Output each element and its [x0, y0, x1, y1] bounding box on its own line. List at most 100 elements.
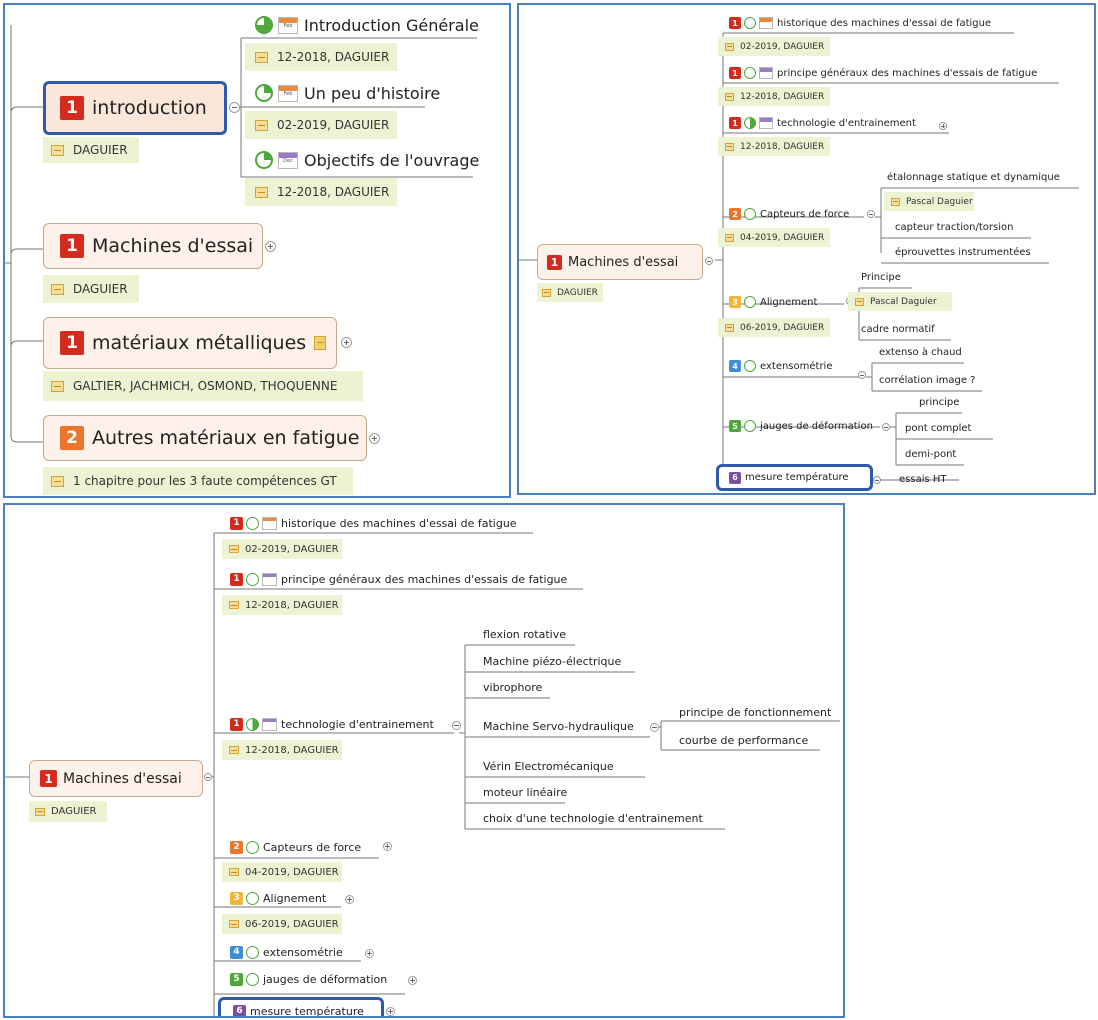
expand-toggle[interactable]: [408, 976, 417, 985]
priority-1-icon: 1: [729, 17, 741, 29]
leaf-correlation-image[interactable]: corrélation image ?: [879, 371, 975, 389]
note-label[interactable]: DAGUIER: [29, 801, 107, 822]
note-label[interactable]: GALTIER, JACHMICH, OSMOND, THOQUENNE: [43, 371, 363, 401]
expand-toggle[interactable]: [386, 1007, 395, 1016]
leaf-principe[interactable]: Principe: [861, 268, 901, 286]
note-label[interactable]: 12-2018, DAGUIER: [245, 43, 397, 71]
leaf-essais-ht[interactable]: essais HT: [899, 470, 947, 488]
subtopic-alignement[interactable]: 3 Alignement: [729, 293, 817, 311]
subtopic-un-peu-d-histoire[interactable]: Feb Un peu d'histoire: [255, 81, 440, 105]
calendar-icon: Dec: [278, 151, 298, 169]
leaf-machine-piezo[interactable]: Machine piézo-électrique: [483, 652, 621, 670]
calendar-icon: [262, 717, 277, 731]
expand-toggle[interactable]: [383, 842, 392, 851]
note-label[interactable]: 04-2019, DAGUIER: [718, 228, 830, 247]
expand-toggle[interactable]: [369, 433, 380, 444]
topic-label: introduction: [92, 97, 207, 119]
subtopic-historique[interactable]: 1 historique des machines d'essai de fat…: [729, 14, 991, 32]
expand-toggle[interactable]: [341, 337, 352, 348]
note-label[interactable]: 02-2019, DAGUIER: [718, 37, 830, 56]
subtopic-jauges-de-deformation[interactable]: 5 jauges de déformation: [729, 417, 873, 435]
collapse-toggle[interactable]: [650, 723, 659, 732]
collapse-toggle[interactable]: [882, 423, 890, 431]
collapse-toggle[interactable]: [858, 371, 866, 379]
note-label[interactable]: 12-2018, DAGUIER: [718, 87, 830, 106]
leaf-courbe-de-performance[interactable]: courbe de performance: [679, 731, 808, 749]
subtopic-mesure-temperature[interactable]: 6 mesure température: [218, 997, 384, 1016]
task-start-icon: [246, 572, 259, 586]
note-label[interactable]: 06-2019, DAGUIER: [222, 914, 342, 934]
note-label[interactable]: 04-2019, DAGUIER: [222, 862, 342, 882]
subtopic-introduction-generale[interactable]: Feb Introduction Générale: [255, 13, 479, 37]
note-label[interactable]: 1 chapitre pour les 3 faute compétences …: [43, 467, 353, 495]
priority-1-icon: 1: [230, 516, 243, 530]
leaf-vibrophore[interactable]: vibrophore: [483, 678, 542, 696]
collapse-toggle[interactable]: [204, 773, 212, 781]
note-icon: [314, 336, 327, 350]
note-icon: [255, 119, 268, 131]
note-icon: [51, 144, 64, 156]
expand-toggle[interactable]: [939, 122, 947, 130]
priority-1-icon: 1: [60, 331, 84, 355]
collapse-toggle[interactable]: [229, 102, 240, 113]
task-start-icon: [744, 420, 756, 432]
leaf-choix-technologie[interactable]: choix d'une technologie d'entrainement: [483, 809, 703, 827]
leaf-eprouvettes[interactable]: éprouvettes instrumentées: [895, 243, 1031, 261]
leaf-verin-electromecanique[interactable]: Vérin Electromécanique: [483, 757, 614, 775]
topic-introduction[interactable]: 1 introduction: [43, 81, 227, 135]
task-start-icon: [246, 840, 259, 854]
topic-autres-materiaux-en-fatigue[interactable]: 2 Autres matériaux en fatigue: [43, 415, 367, 461]
note-label[interactable]: 02-2019, DAGUIER: [222, 539, 342, 559]
priority-2-icon: 2: [60, 426, 84, 450]
topic-machines-d-essai[interactable]: 1 Machines d'essai: [43, 223, 263, 269]
subtopic-technologie-d-entrainement[interactable]: 1 technologie d'entrainement: [729, 114, 916, 132]
expand-toggle[interactable]: [265, 241, 276, 252]
expand-toggle[interactable]: [365, 949, 374, 958]
subtopic-capteurs-de-force[interactable]: 2 Capteurs de force: [230, 838, 361, 856]
leaf-flexion-rotative[interactable]: flexion rotative: [483, 625, 566, 643]
note-label[interactable]: Pascal Daguier: [848, 292, 952, 311]
subtopic-extensometrie[interactable]: 4 extensométrie: [729, 357, 833, 375]
note-label[interactable]: 12-2018, DAGUIER: [245, 178, 397, 206]
collapse-toggle[interactable]: [452, 721, 461, 730]
topic-materiaux-metalliques[interactable]: 1 matériaux métalliques: [43, 317, 337, 369]
topic-machines-d-essai[interactable]: 1 Machines d'essai: [537, 244, 703, 280]
leaf-demi-pont[interactable]: demi-pont: [905, 445, 956, 463]
subtopic-jauges-de-deformation[interactable]: 5 jauges de déformation: [230, 970, 387, 988]
note-label[interactable]: 12-2018, DAGUIER: [222, 740, 342, 760]
leaf-capteur-traction[interactable]: capteur traction/torsion: [895, 218, 1013, 236]
leaf-principe-de-fonctionnement[interactable]: principe de fonctionnement: [679, 703, 831, 721]
subtopic-mesure-temperature[interactable]: 6 mesure température: [716, 464, 873, 491]
subtopic-alignement[interactable]: 3 Alignement: [230, 889, 326, 907]
leaf-pont-complet[interactable]: pont complet: [905, 419, 971, 437]
leaf-extenso-a-chaud[interactable]: extenso à chaud: [879, 343, 962, 361]
priority-5-icon: 5: [729, 420, 741, 432]
note-label[interactable]: DAGUIER: [43, 275, 139, 303]
subtopic-objectifs-de-l-ouvrage[interactable]: Dec Objectifs de l'ouvrage: [255, 148, 479, 172]
note-label[interactable]: DAGUIER: [537, 283, 603, 302]
note-label[interactable]: DAGUIER: [43, 137, 139, 163]
subtopic-technologie-d-entrainement[interactable]: 1 technologie d'entrainement: [230, 715, 434, 733]
collapse-toggle[interactable]: [873, 476, 881, 484]
leaf-etalonnage[interactable]: étalonnage statique et dynamique: [887, 168, 1060, 186]
subtopic-historique[interactable]: 1 historique des machines d'essai de fat…: [230, 514, 517, 532]
expand-toggle[interactable]: [345, 895, 354, 904]
task-start-icon: [744, 296, 756, 308]
collapse-toggle[interactable]: [867, 210, 875, 218]
leaf-machine-servo-hydraulique[interactable]: Machine Servo-hydraulique: [483, 717, 634, 735]
topic-machines-d-essai[interactable]: 1 Machines d'essai: [29, 760, 203, 797]
subtopic-capteurs-de-force[interactable]: 2 Capteurs de force: [729, 205, 849, 223]
note-label[interactable]: 06-2019, DAGUIER: [718, 318, 830, 337]
note-label[interactable]: 12-2018, DAGUIER: [222, 595, 342, 615]
leaf-cadre-normatif[interactable]: cadre normatif: [861, 320, 935, 338]
subtopic-principe-generaux[interactable]: 1 principe généraux des machines d'essai…: [729, 64, 1037, 82]
subtopic-principe-generaux[interactable]: 1 principe généraux des machines d'essai…: [230, 570, 567, 588]
note-label[interactable]: 12-2018, DAGUIER: [718, 137, 830, 156]
note-label[interactable]: 02-2019, DAGUIER: [245, 111, 397, 139]
collapse-toggle[interactable]: [705, 257, 713, 265]
note-label[interactable]: Pascal Daguier: [884, 192, 974, 211]
subtopic-extensometrie[interactable]: 4 extensométrie: [230, 943, 343, 961]
note-icon: [51, 475, 64, 487]
leaf-moteur-lineaire[interactable]: moteur linéaire: [483, 783, 567, 801]
leaf-principe-jauges[interactable]: principe: [919, 393, 959, 411]
